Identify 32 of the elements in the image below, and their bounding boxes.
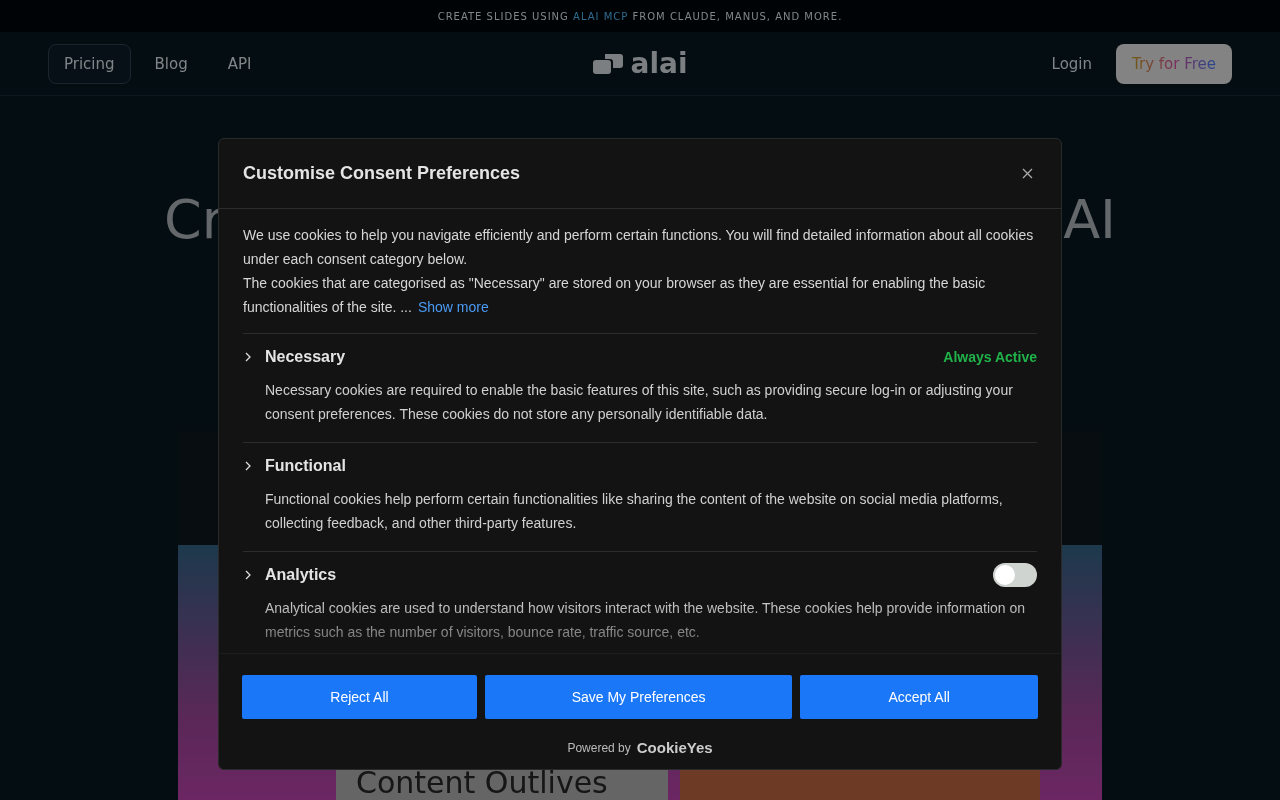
close-icon	[1022, 168, 1033, 179]
category-description: Functional cookies help perform certain functionalities like sharing the content of the website on social media platforms, collecting feedback, and other third-party features.	[265, 490, 1004, 533]
powered-by-text: Powered by	[567, 740, 631, 755]
dialog-title: Customise Consent Preferences	[243, 163, 521, 184]
show-more-link[interactable]: Show more	[417, 299, 489, 315]
hero-heading-end: AI	[1063, 188, 1116, 251]
slide-title: Content Outlives	[356, 768, 609, 798]
login-link[interactable]: Login	[1051, 54, 1092, 73]
category-description: Necessary cookies are required to enable the basic features of this site, such as providing secure log-in or adjusting your consent preferences. These cookies do not store any personally identifiable data.	[265, 381, 1014, 424]
nav-link[interactable]: Pricing	[48, 43, 131, 84]
logo-text: alai	[630, 47, 688, 80]
nav-link[interactable]: Blog	[138, 43, 204, 84]
nav-link[interactable]: API	[211, 43, 268, 84]
category-header[interactable]: Analytics	[243, 566, 337, 584]
category-header[interactable]: Functional	[243, 457, 346, 475]
category-description: Analytical cookies are used to understand how visitors interact with the website. These cookies help provide information on metrics such as the number of visitors, bounce rate, traffic source, etc.	[265, 599, 1027, 642]
category-header[interactable]: Necessary	[243, 348, 346, 366]
consent-toggle[interactable]	[993, 563, 1037, 587]
consent-button[interactable]: Reject All	[242, 675, 477, 719]
consent-button[interactable]: Save My Preferences	[484, 675, 793, 719]
intro-text: We use cookies to help you navigate efficiently and perform certain functions. You will find detailed information about all cookies under each consent category below.	[243, 226, 1035, 269]
chevron-icon	[243, 570, 253, 580]
mcp-link[interactable]: ALAI MCP	[573, 10, 629, 22]
brand-logo-text[interactable]: CookieYes	[636, 739, 713, 756]
logo-icon	[592, 53, 623, 74]
hero-heading-start: Cr	[164, 188, 224, 251]
always-active-label: Always Active	[943, 349, 1037, 365]
chevron-icon	[243, 461, 253, 471]
chevron-icon	[243, 352, 253, 362]
consent-button[interactable]: Accept All	[800, 675, 1038, 719]
intro-text: The cookies that are categorised as "Necessary" are stored on your browser as they are essential for enabling the basic functionalities of the site. ... Show more	[243, 274, 987, 317]
announcement-text: CREATE SLIDES USING ALAI MCP FROM CLAUDE, MANUS, AND MORE.	[437, 10, 843, 22]
